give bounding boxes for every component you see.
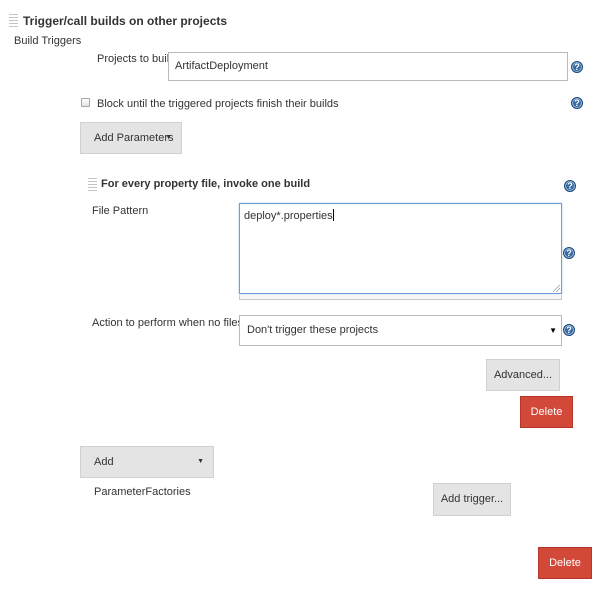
section-subtitle: Build Triggers xyxy=(14,35,82,47)
drag-handle-icon[interactable] xyxy=(88,178,97,192)
advanced-button[interactable]: Advanced... xyxy=(486,359,560,391)
file-pattern-textarea[interactable]: deploy*.properties xyxy=(239,203,562,294)
block-checkbox[interactable] xyxy=(81,98,90,107)
text-caret xyxy=(332,209,334,221)
chevron-down-icon: ▼ xyxy=(549,326,557,335)
block-checkbox-label: Block until the triggered projects finis… xyxy=(97,98,339,110)
file-pattern-value: deploy*.properties xyxy=(244,210,333,222)
help-icon[interactable]: ? xyxy=(571,97,583,109)
projects-to-build-input[interactable]: ArtifactDeployment xyxy=(168,52,568,81)
chevron-down-icon: ▼ xyxy=(197,458,204,465)
no-files-action-select[interactable]: Don't trigger these projects ▼ xyxy=(239,315,562,346)
add-parameter-factories-button[interactable]: Add ParameterFactories ▼ xyxy=(80,446,214,498)
help-icon[interactable]: ? xyxy=(571,61,583,73)
add-trigger-button[interactable]: Add trigger... xyxy=(433,483,511,516)
help-icon[interactable]: ? xyxy=(563,247,575,259)
projects-to-build-label: Projects to build xyxy=(97,53,176,65)
file-pattern-label: File Pattern xyxy=(92,205,149,217)
add-parameter-factories-label: Add ParameterFactories xyxy=(94,456,191,498)
property-file-title: For every property file, invoke one buil… xyxy=(101,178,311,190)
delete-button[interactable]: Delete xyxy=(538,547,592,579)
no-files-action-value: Don't trigger these projects xyxy=(247,324,379,336)
help-icon[interactable]: ? xyxy=(563,324,575,336)
help-icon[interactable]: ? xyxy=(564,180,576,192)
delete-button[interactable]: Delete xyxy=(520,396,573,428)
add-parameters-button[interactable]: Add Parameters ▼ xyxy=(80,122,182,154)
resize-handle-icon[interactable] xyxy=(553,285,560,292)
textarea-expand-bar[interactable] xyxy=(239,295,562,300)
add-parameters-label: Add Parameters xyxy=(94,132,174,144)
drag-handle-icon[interactable] xyxy=(9,14,18,28)
chevron-down-icon: ▼ xyxy=(165,134,172,141)
section-title: Trigger/call builds on other projects xyxy=(23,14,228,28)
